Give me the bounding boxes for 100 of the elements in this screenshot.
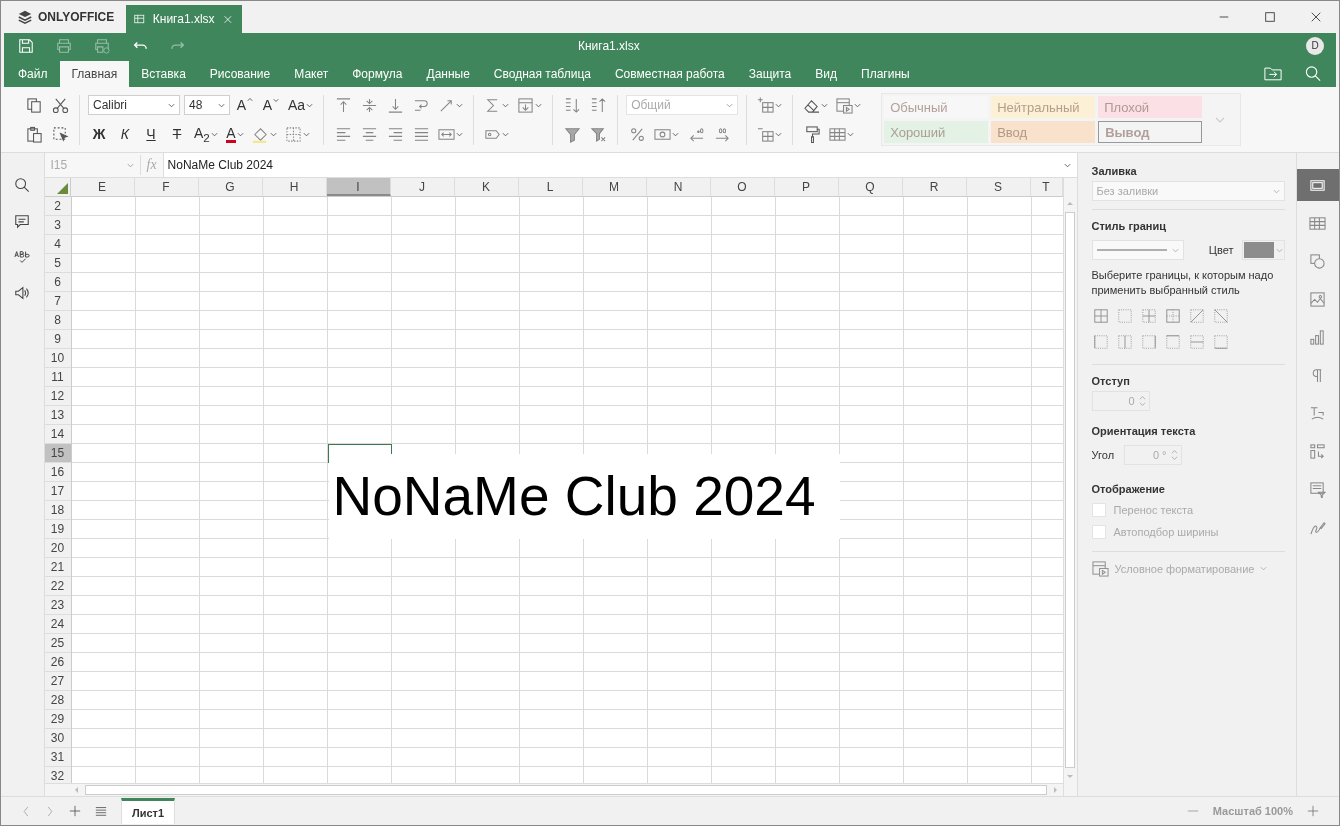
border-preset-button[interactable] xyxy=(1139,334,1158,352)
row-header[interactable]: 25 xyxy=(44,634,71,653)
row-header[interactable]: 26 xyxy=(44,653,71,672)
column-header[interactable]: M xyxy=(582,178,647,196)
row-header[interactable]: 29 xyxy=(44,710,71,729)
close-icon[interactable] xyxy=(1310,11,1322,23)
change-case-button[interactable]: Aa xyxy=(286,94,316,116)
print-icon[interactable] xyxy=(56,37,72,54)
up-arrow-icon[interactable] xyxy=(1066,200,1074,208)
border-preset-button[interactable] xyxy=(1091,308,1110,326)
row-header[interactable]: 17 xyxy=(44,482,71,501)
border-preset-button[interactable] xyxy=(1091,334,1110,352)
row-header[interactable]: 10 xyxy=(44,349,71,368)
row-header[interactable]: 8 xyxy=(44,311,71,330)
menu-tab[interactable]: Вставка xyxy=(129,61,198,87)
folder-icon[interactable] xyxy=(1264,65,1282,82)
menu-tab[interactable]: Плагины xyxy=(849,61,922,87)
search-icon[interactable] xyxy=(14,177,31,193)
border-style-dropdown[interactable] xyxy=(1091,240,1184,260)
menu-tab[interactable]: Данные xyxy=(414,61,482,87)
document-tab[interactable]: Книга1.xlsx xyxy=(126,5,243,33)
column-header[interactable]: Q xyxy=(838,178,903,196)
border-preset-button[interactable] xyxy=(1115,308,1134,326)
color-picker-button[interactable] xyxy=(1241,240,1285,260)
decrease-font-button[interactable]: A xyxy=(260,94,282,116)
formula-input[interactable]: NoNaMe Club 2024 xyxy=(162,153,1077,177)
row-header[interactable]: 30 xyxy=(44,729,71,748)
column-header[interactable]: P xyxy=(774,178,839,196)
menu-tab[interactable]: Главная xyxy=(59,61,130,87)
column-header[interactable]: S xyxy=(966,178,1031,196)
menu-tab[interactable]: Формула xyxy=(340,61,415,87)
cell-settings-tab[interactable] xyxy=(1296,169,1339,201)
increase-font-button[interactable]: A xyxy=(234,94,256,116)
column-header[interactable]: O xyxy=(710,178,775,196)
row-header[interactable]: 23 xyxy=(44,596,71,615)
column-header[interactable]: E xyxy=(70,178,135,196)
column-header[interactable]: K xyxy=(454,178,519,196)
menu-tab[interactable]: Совместная работа xyxy=(602,61,737,87)
column-header[interactable]: F xyxy=(134,178,199,196)
border-preset-button[interactable] xyxy=(1187,334,1206,352)
zoom-in-icon[interactable] xyxy=(1307,805,1319,817)
menu-tab[interactable]: Вид xyxy=(803,61,849,87)
row-header[interactable]: 3 xyxy=(44,216,71,235)
spellcheck-icon[interactable] xyxy=(14,249,31,265)
column-header[interactable]: T xyxy=(1030,178,1063,196)
add-sheet-icon[interactable] xyxy=(69,805,81,817)
row-header[interactable]: 22 xyxy=(44,577,71,596)
previous-sheet-icon[interactable] xyxy=(21,804,31,818)
column-header[interactable]: I xyxy=(326,178,391,196)
menu-tab[interactable]: Рисование xyxy=(197,61,283,87)
speaker-icon[interactable] xyxy=(14,285,31,301)
border-preset-button[interactable] xyxy=(1139,308,1158,326)
menu-tab[interactable]: Сводная таблица xyxy=(481,61,603,87)
strike-button[interactable]: T xyxy=(166,123,188,145)
sheet-list-icon[interactable] xyxy=(95,805,107,817)
row-header[interactable]: 12 xyxy=(44,387,71,406)
row-header[interactable]: 6 xyxy=(44,273,71,292)
row-header[interactable]: 15 xyxy=(44,444,71,463)
down-arrow-icon[interactable] xyxy=(1066,772,1074,780)
subscript-button[interactable]: A$_{2}$ xyxy=(192,123,220,145)
row-header[interactable]: 2 xyxy=(44,197,71,216)
row-header[interactable]: 5 xyxy=(44,254,71,273)
border-preset-button[interactable] xyxy=(1163,308,1182,326)
row-header[interactable]: 4 xyxy=(44,235,71,254)
vertical-scrollbar[interactable] xyxy=(1062,178,1077,796)
expand-icon[interactable] xyxy=(1063,161,1071,169)
sheet-tab[interactable]: Лист1 xyxy=(121,798,176,824)
border-preset-button[interactable] xyxy=(1115,334,1134,352)
comment-icon[interactable] xyxy=(14,213,31,229)
menu-tab[interactable]: Защита xyxy=(736,61,804,87)
menu-tab[interactable]: Макет xyxy=(282,61,341,87)
user-avatar[interactable]: D xyxy=(1306,36,1324,55)
row-header[interactable]: 28 xyxy=(44,691,71,710)
font-color-button[interactable]: A xyxy=(223,123,246,145)
column-header[interactable]: R xyxy=(902,178,967,196)
column-header[interactable]: L xyxy=(518,178,583,196)
row-header[interactable]: 31 xyxy=(44,748,71,767)
row-header[interactable]: 7 xyxy=(44,292,71,311)
row-header[interactable]: 19 xyxy=(44,520,71,539)
maximize-icon[interactable] xyxy=(1264,11,1276,23)
column-header[interactable]: N xyxy=(646,178,711,196)
row-header[interactable]: 27 xyxy=(44,672,71,691)
column-header[interactable]: J xyxy=(390,178,455,196)
row-header[interactable]: 9 xyxy=(44,330,71,349)
border-preset-button[interactable] xyxy=(1211,334,1230,352)
quick-print-icon[interactable] xyxy=(94,37,110,54)
row-header[interactable]: 18 xyxy=(44,501,71,520)
row-header[interactable]: 13 xyxy=(44,406,71,425)
font-name-field[interactable]: Calibri xyxy=(88,95,180,115)
next-sheet-icon[interactable] xyxy=(45,804,55,818)
menu-tab[interactable]: Файл xyxy=(6,61,60,87)
bold-button[interactable]: Ж xyxy=(88,123,110,145)
row-header[interactable]: 21 xyxy=(44,558,71,577)
underline-button[interactable]: Ч xyxy=(140,123,162,145)
column-header[interactable]: H xyxy=(262,178,327,196)
border-preset-button[interactable] xyxy=(1163,334,1182,352)
search-icon[interactable] xyxy=(1304,65,1322,82)
row-header[interactable]: 20 xyxy=(44,539,71,558)
horizontal-scrollbar[interactable] xyxy=(44,783,1063,796)
border-preset-button[interactable] xyxy=(1211,308,1230,326)
